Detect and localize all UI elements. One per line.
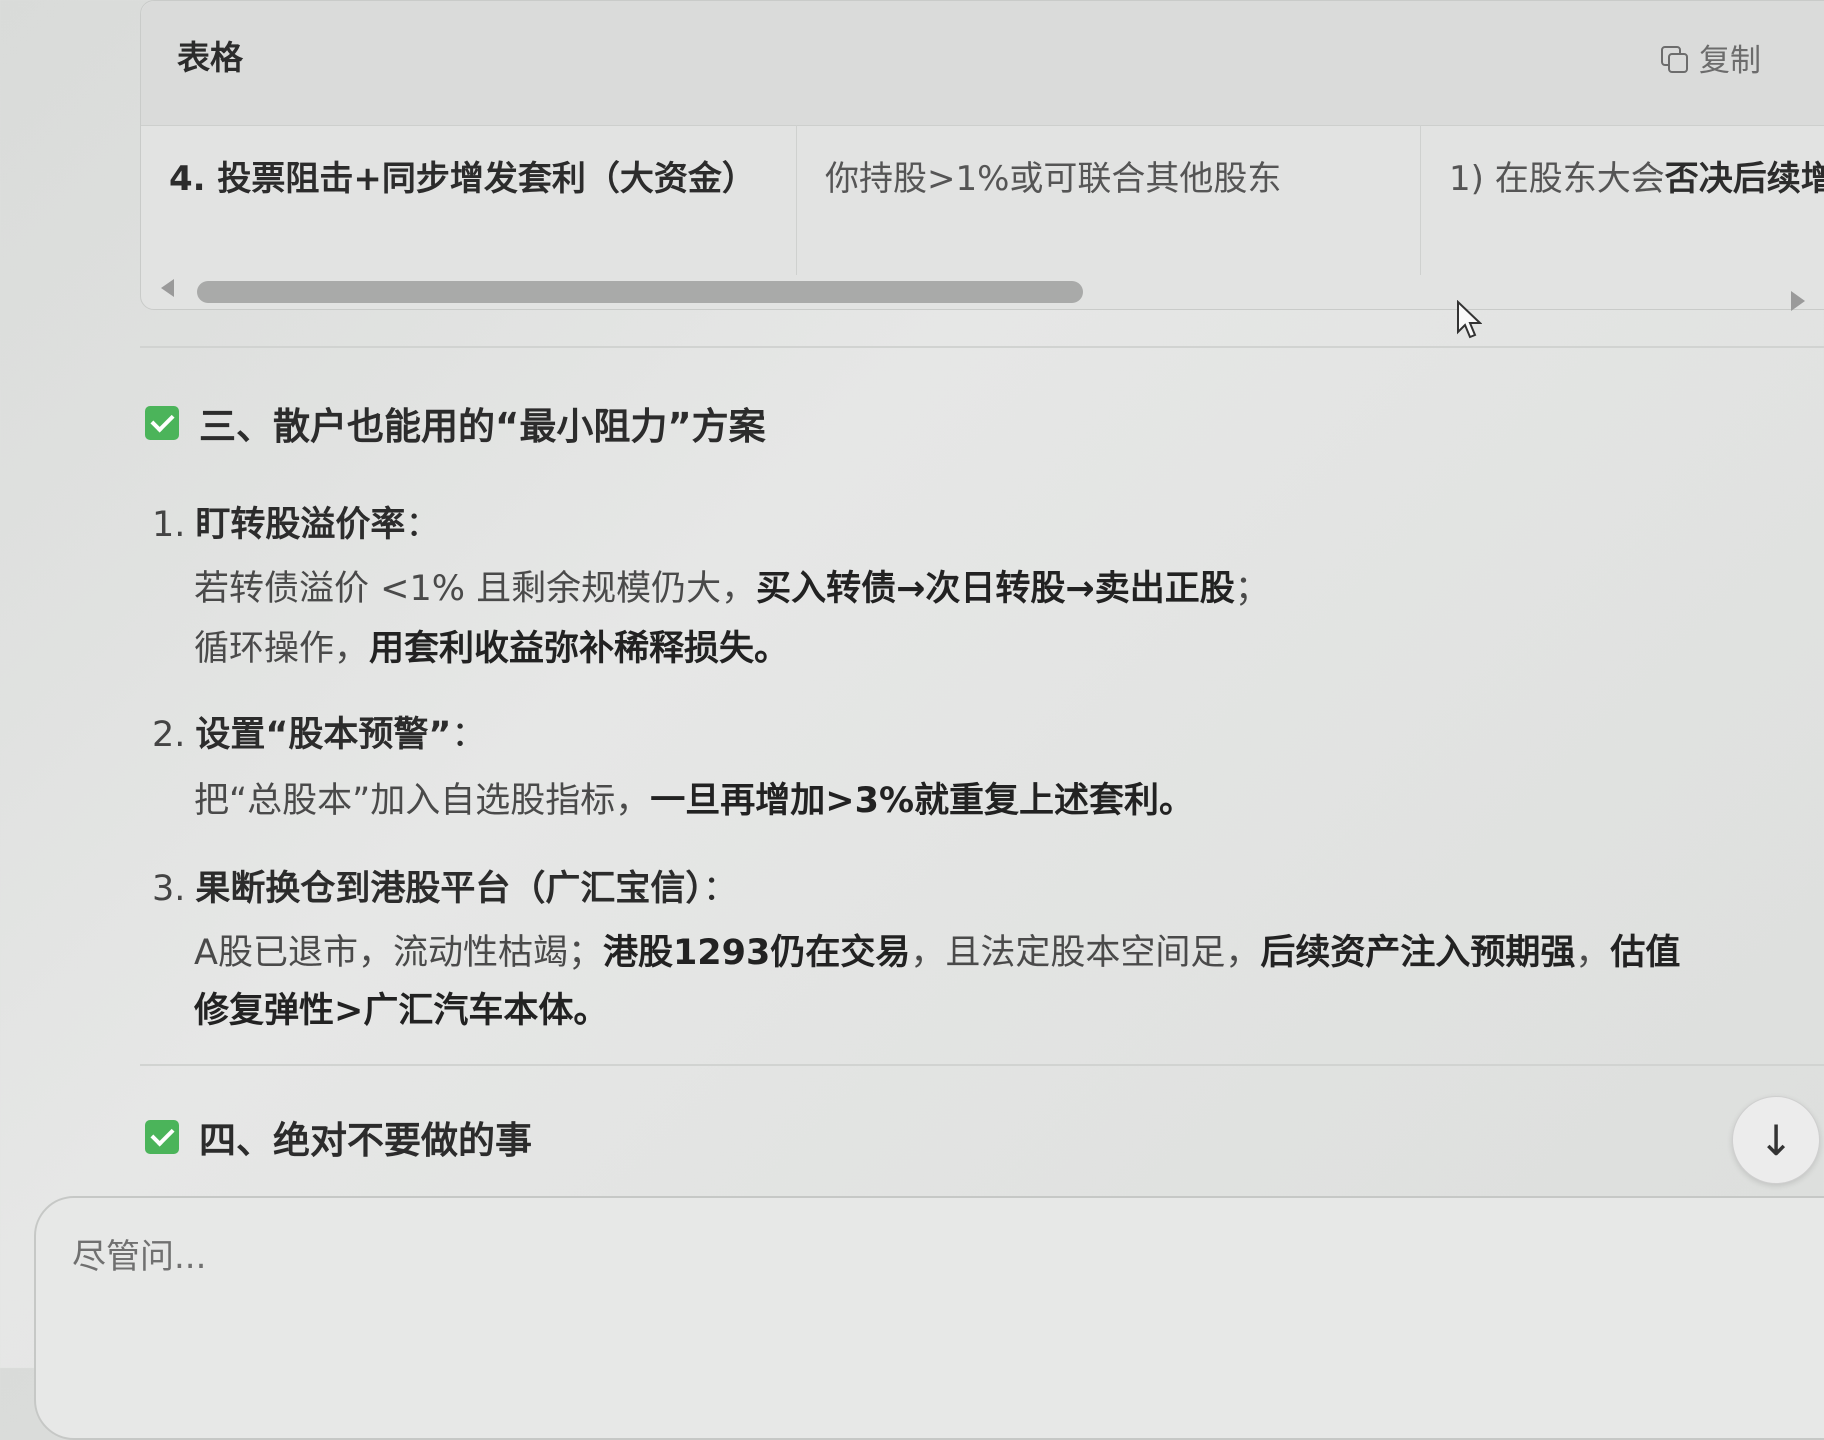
list-item-title: 1. 盯转股溢价率： xyxy=(152,496,440,547)
item-line: 修复弹性>广汇汽车本体。 xyxy=(194,982,608,1033)
line-bold-text: 用套利收益弥补稀释损失。 xyxy=(369,629,790,669)
copy-button[interactable]: 复制 xyxy=(1661,35,1761,80)
copy-icon xyxy=(1661,45,1688,73)
divider xyxy=(140,346,1824,348)
list-number: 3. xyxy=(152,869,186,909)
list-number: 2. xyxy=(152,715,186,755)
table-cell: 1) 在股东大会否决后续增 xyxy=(1421,125,1824,275)
line-bold-text: 估值 xyxy=(1610,933,1681,973)
line-bold-text: 后续资产注入预期强 xyxy=(1260,933,1576,973)
divider xyxy=(140,1064,1824,1066)
section-title: 三、散户也能用的“最小阻力”方案 xyxy=(199,405,766,448)
table-cell: 你持股>1%或可联合其他股东 xyxy=(797,125,1421,275)
line-bold-text: 买入转债→次日转股→卖出正股 xyxy=(756,569,1235,609)
table-card: 表格 复制 4. 投票阻击+同步增发套利（大资金） 你持股>1%或可联合其他股东… xyxy=(140,0,1824,311)
line-bold-text: 港股1293仍在交易 xyxy=(602,933,911,973)
table-row: 4. 投票阻击+同步增发套利（大资金） 你持股>1%或可联合其他股东 1) 在股… xyxy=(141,125,1824,275)
line-text: ，且法定股本空间足， xyxy=(910,933,1261,973)
green-check-icon xyxy=(145,406,179,440)
item-title-text: 果断换仓到港股平台（广汇宝信） xyxy=(195,869,703,909)
line-bold-text: 修复弹性>广汇汽车本体。 xyxy=(194,991,609,1031)
item-line: A股已退市，流动性枯竭；港股1293仍在交易，且法定股本空间足，后续资产注入预期… xyxy=(194,924,1680,975)
line-bold-text: 一旦再增加>3%就重复上述套利。 xyxy=(650,781,1195,821)
list-item-title: 3. 果断换仓到港股平台（广汇宝信）： xyxy=(152,860,738,911)
mouse-cursor-icon xyxy=(1457,300,1482,339)
green-check-icon xyxy=(145,1120,179,1154)
table-title: 表格 xyxy=(177,38,243,77)
table-cell: 4. 投票阻击+同步增发套利（大资金） xyxy=(141,125,797,275)
line-text: ； xyxy=(1234,569,1270,609)
scroll-right-arrow-icon[interactable] xyxy=(1791,291,1805,311)
chat-input-box[interactable] xyxy=(34,1196,1824,1440)
line-text: 把“总股本”加入自选股指标， xyxy=(194,781,651,821)
line-text: 若转债溢价 <1% 且剩余规模仍大， xyxy=(194,569,757,609)
item-title-text: 设置“股本预警” xyxy=(195,715,452,755)
item-title-suffix: ： xyxy=(702,869,738,909)
table-header: 表格 复制 xyxy=(141,1,1824,126)
item-line: 循环操作，用套利收益弥补稀释损失。 xyxy=(194,620,789,671)
item-title-suffix: ： xyxy=(451,715,487,755)
horizontal-scrollbar-thumb[interactable] xyxy=(197,281,1083,303)
item-line: 把“总股本”加入自选股指标，一旦再增加>3%就重复上述套利。 xyxy=(194,772,1194,823)
line-text: ， xyxy=(1575,933,1611,973)
section-title: 四、绝对不要做的事 xyxy=(199,1119,532,1162)
copy-label: 复制 xyxy=(1699,43,1761,79)
line-text: 循环操作， xyxy=(194,629,370,669)
list-item-title: 2. 设置“股本预警”： xyxy=(152,706,486,757)
item-line: 若转债溢价 <1% 且剩余规模仍大，买入转债→次日转股→卖出正股； xyxy=(194,560,1270,611)
arrow-down-icon: ↓ xyxy=(1758,1115,1794,1165)
section-heading: 四、绝对不要做的事 xyxy=(145,1110,532,1164)
item-title-suffix: ： xyxy=(405,505,441,545)
line-text: A股已退市，流动性枯竭； xyxy=(194,933,603,973)
cell-text: 1) 在股东大会 xyxy=(1449,159,1665,199)
cell-bold-text: 否决后续增 xyxy=(1664,159,1824,199)
chat-input[interactable] xyxy=(70,1236,874,1278)
section-heading: 三、散户也能用的“最小阻力”方案 xyxy=(145,396,766,450)
list-number: 1. xyxy=(152,505,186,545)
item-title-text: 盯转股溢价率 xyxy=(195,505,406,545)
scroll-left-arrow-icon[interactable] xyxy=(161,279,174,297)
scroll-to-bottom-button[interactable]: ↓ xyxy=(1732,1096,1820,1184)
